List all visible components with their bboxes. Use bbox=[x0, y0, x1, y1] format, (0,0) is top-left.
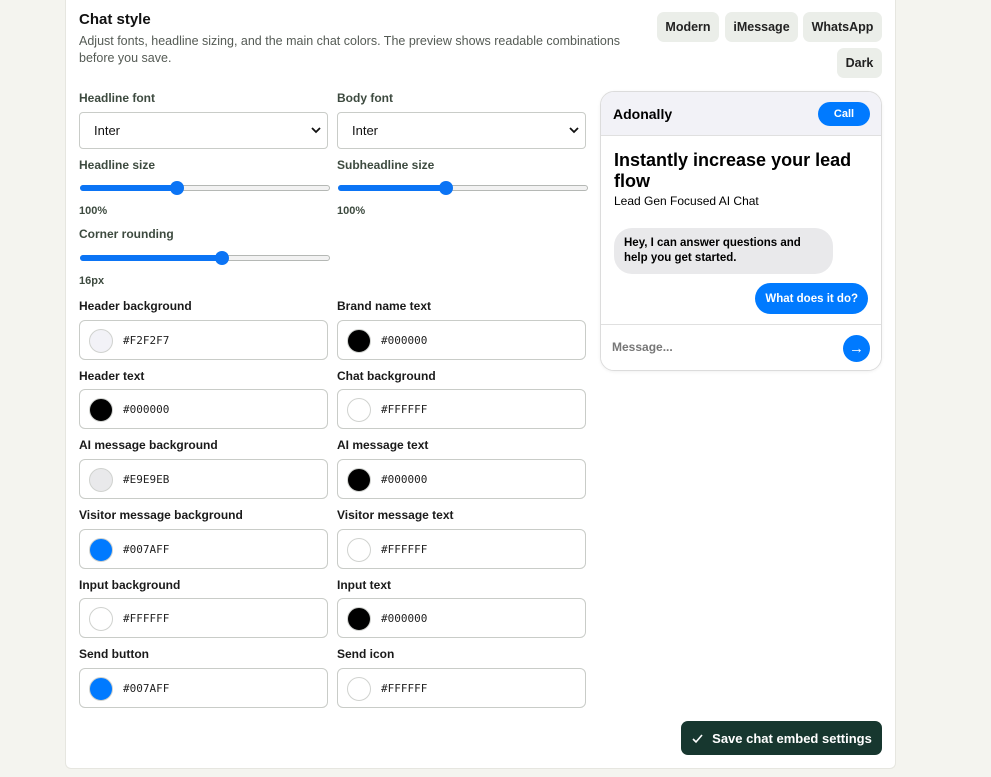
color-hex[interactable]: #000000 bbox=[381, 612, 427, 625]
section-title: Chat style bbox=[79, 11, 151, 28]
headline-size-value: 100% bbox=[79, 205, 108, 217]
color-label: Input text bbox=[337, 578, 391, 592]
color-hex[interactable]: #E9E9EB bbox=[123, 473, 169, 486]
color-label: AI message background bbox=[79, 438, 218, 452]
preview-call-button[interactable]: Call bbox=[818, 102, 870, 126]
arrow-right-icon[interactable]: → bbox=[843, 335, 870, 362]
preview-input-bar[interactable]: Message... → bbox=[601, 324, 881, 370]
preset-imessage-button[interactable]: iMessage bbox=[725, 12, 798, 42]
slider-thumb[interactable] bbox=[170, 181, 184, 195]
check-icon bbox=[692, 733, 703, 743]
slider-thumb[interactable] bbox=[439, 181, 453, 195]
visitor-message-text-color-field[interactable]: #FFFFFF bbox=[337, 529, 586, 569]
headline-font-label: Headline font bbox=[79, 91, 156, 105]
color-swatch[interactable] bbox=[89, 677, 113, 701]
preview-ai-message: Hey, I can answer questions and help you… bbox=[614, 228, 833, 274]
preview-visitor-message: What does it do? bbox=[755, 283, 868, 314]
headline-font-select[interactable]: Inter bbox=[79, 112, 328, 149]
color-label: AI message text bbox=[337, 438, 429, 452]
preview-subheadline: Lead Gen Focused AI Chat bbox=[614, 194, 759, 208]
color-hex[interactable]: #FFFFFF bbox=[123, 612, 169, 625]
ai-message-text-color-field[interactable]: #000000 bbox=[337, 459, 586, 499]
color-hex[interactable]: #FFFFFF bbox=[381, 682, 427, 695]
preview-input-placeholder[interactable]: Message... bbox=[612, 340, 673, 354]
color-label: Header text bbox=[79, 369, 145, 383]
input-background-color-field[interactable]: #FFFFFF bbox=[79, 598, 328, 638]
chat-background-color-field[interactable]: #FFFFFF bbox=[337, 389, 586, 429]
color-swatch[interactable] bbox=[89, 538, 113, 562]
subheadline-size-label: Subheadline size bbox=[337, 158, 435, 172]
color-label: Visitor message text bbox=[337, 508, 454, 522]
preset-modern-button[interactable]: Modern bbox=[657, 12, 719, 42]
color-hex[interactable]: #007AFF bbox=[123, 682, 169, 695]
color-swatch[interactable] bbox=[347, 398, 371, 422]
color-label: Send button bbox=[79, 647, 149, 661]
color-swatch[interactable] bbox=[89, 398, 113, 422]
preset-whatsapp-button[interactable]: WhatsApp bbox=[803, 12, 882, 42]
color-swatch[interactable] bbox=[347, 607, 371, 631]
color-hex[interactable]: #000000 bbox=[123, 403, 169, 416]
color-swatch[interactable] bbox=[347, 677, 371, 701]
color-hex[interactable]: #F2F2F7 bbox=[123, 334, 169, 347]
color-swatch[interactable] bbox=[347, 468, 371, 492]
color-label: Chat background bbox=[337, 369, 436, 383]
color-hex[interactable]: #FFFFFF bbox=[381, 403, 427, 416]
header-background-color-field[interactable]: #F2F2F7 bbox=[79, 320, 328, 360]
color-swatch[interactable] bbox=[347, 329, 371, 353]
color-swatch[interactable] bbox=[89, 329, 113, 353]
color-swatch[interactable] bbox=[89, 468, 113, 492]
visitor-message-background-color-field[interactable]: #007AFF bbox=[79, 529, 328, 569]
preview-header: Adonally Call bbox=[601, 92, 881, 136]
body-font-select[interactable]: Inter bbox=[337, 112, 586, 149]
slider-thumb[interactable] bbox=[215, 251, 229, 265]
corner-rounding-slider[interactable] bbox=[80, 250, 330, 266]
chat-preview: Adonally Call Instantly increase your le… bbox=[600, 91, 882, 371]
color-swatch[interactable] bbox=[347, 538, 371, 562]
send-button-color-field[interactable]: #007AFF bbox=[79, 668, 328, 708]
chevron-down-icon bbox=[311, 127, 321, 134]
color-label: Input background bbox=[79, 578, 181, 592]
color-label: Header background bbox=[79, 299, 192, 313]
save-button-label: Save chat embed settings bbox=[712, 730, 872, 746]
brand-name-text-color-field[interactable]: #000000 bbox=[337, 320, 586, 360]
color-label: Visitor message background bbox=[79, 508, 243, 522]
headline-font-value: Inter bbox=[94, 123, 121, 138]
body-font-value: Inter bbox=[352, 123, 379, 138]
color-hex[interactable]: #007AFF bbox=[123, 543, 169, 556]
section-description: Adjust fonts, headline sizing, and the m… bbox=[79, 34, 621, 65]
color-hex[interactable]: #000000 bbox=[381, 473, 427, 486]
corner-rounding-label: Corner rounding bbox=[79, 227, 174, 241]
chevron-down-icon bbox=[569, 127, 579, 134]
color-label: Send icon bbox=[337, 647, 395, 661]
save-chat-embed-settings-button[interactable]: Save chat embed settings bbox=[681, 721, 882, 755]
preview-headline: Instantly increase your lead flow bbox=[614, 150, 852, 191]
preset-dark-button[interactable]: Dark bbox=[837, 48, 882, 78]
corner-rounding-value: 16px bbox=[79, 275, 105, 287]
color-swatch[interactable] bbox=[89, 607, 113, 631]
headline-size-slider[interactable] bbox=[80, 180, 330, 196]
input-text-color-field[interactable]: #000000 bbox=[337, 598, 586, 638]
color-label: Brand name text bbox=[337, 299, 432, 313]
header-text-color-field[interactable]: #000000 bbox=[79, 389, 328, 429]
body-font-label: Body font bbox=[337, 91, 393, 105]
color-hex[interactable]: #FFFFFF bbox=[381, 543, 427, 556]
preview-brand-name: Adonally bbox=[613, 106, 673, 122]
subheadline-size-value: 100% bbox=[337, 205, 366, 217]
subheadline-size-slider[interactable] bbox=[338, 180, 588, 196]
ai-message-background-color-field[interactable]: #E9E9EB bbox=[79, 459, 328, 499]
headline-size-label: Headline size bbox=[79, 158, 156, 172]
send-icon-color-field[interactable]: #FFFFFF bbox=[337, 668, 586, 708]
color-hex[interactable]: #000000 bbox=[381, 334, 427, 347]
